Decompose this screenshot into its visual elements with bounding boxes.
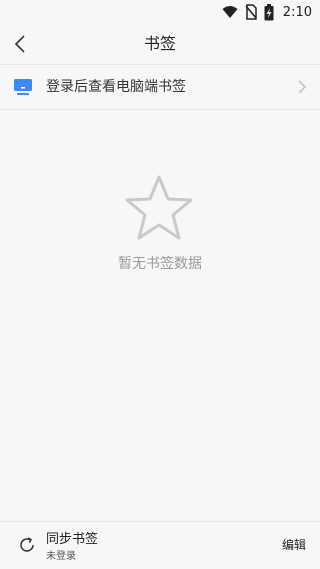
sync-login-status: 未登录 <box>46 551 76 562</box>
empty-state-text: 暂无书签数据 <box>118 256 202 272</box>
sync-icon <box>20 537 34 552</box>
battery-charging-icon <box>264 3 274 20</box>
sync-bookmarks-bar[interactable]: 同步书签 未登录 编辑 <box>0 522 320 569</box>
chevron-left-icon <box>14 35 25 53</box>
title-bar: 书签 <box>0 24 320 64</box>
sync-bookmarks-title: 同步书签 <box>46 532 99 547</box>
chevron-right-icon <box>298 80 306 94</box>
edit-button[interactable]: 编辑 <box>282 536 306 553</box>
computer-icon <box>14 79 32 95</box>
wifi-icon <box>222 6 238 18</box>
login-row-divider <box>0 109 320 110</box>
login-row-label: 登录后查看电脑端书签 <box>46 79 186 95</box>
status-time: 2:10 <box>282 4 312 20</box>
star-outline-icon <box>125 175 193 240</box>
page-title: 书签 <box>143 34 176 53</box>
no-sim-icon <box>245 4 257 20</box>
login-to-view-desktop-bookmarks-row[interactable]: 登录后查看电脑端书签 <box>0 65 320 109</box>
status-icons: 2:10 <box>222 3 312 21</box>
back-button[interactable] <box>6 30 34 58</box>
status-bar: 2:10 <box>0 0 320 24</box>
